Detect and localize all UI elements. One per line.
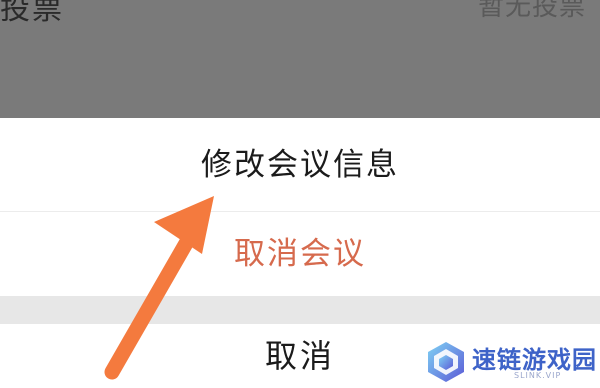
background-vote-label: 投票 [0,0,64,27]
dimmed-background: 投票 暂无投票 [0,0,600,118]
watermark: 速链游戏园 SLINK.VIP [418,336,600,388]
cancel-meeting-button[interactable]: 取消会议 [0,212,600,296]
watermark-text: 速链游戏园 [472,346,597,374]
watermark-logo-icon [428,342,464,382]
sheet-separator [0,296,600,324]
watermark-subtext: SLINK.VIP [514,371,562,380]
modify-meeting-info-button[interactable]: 修改会议信息 [0,118,600,212]
background-no-vote-label: 暂无投票 [477,0,586,22]
